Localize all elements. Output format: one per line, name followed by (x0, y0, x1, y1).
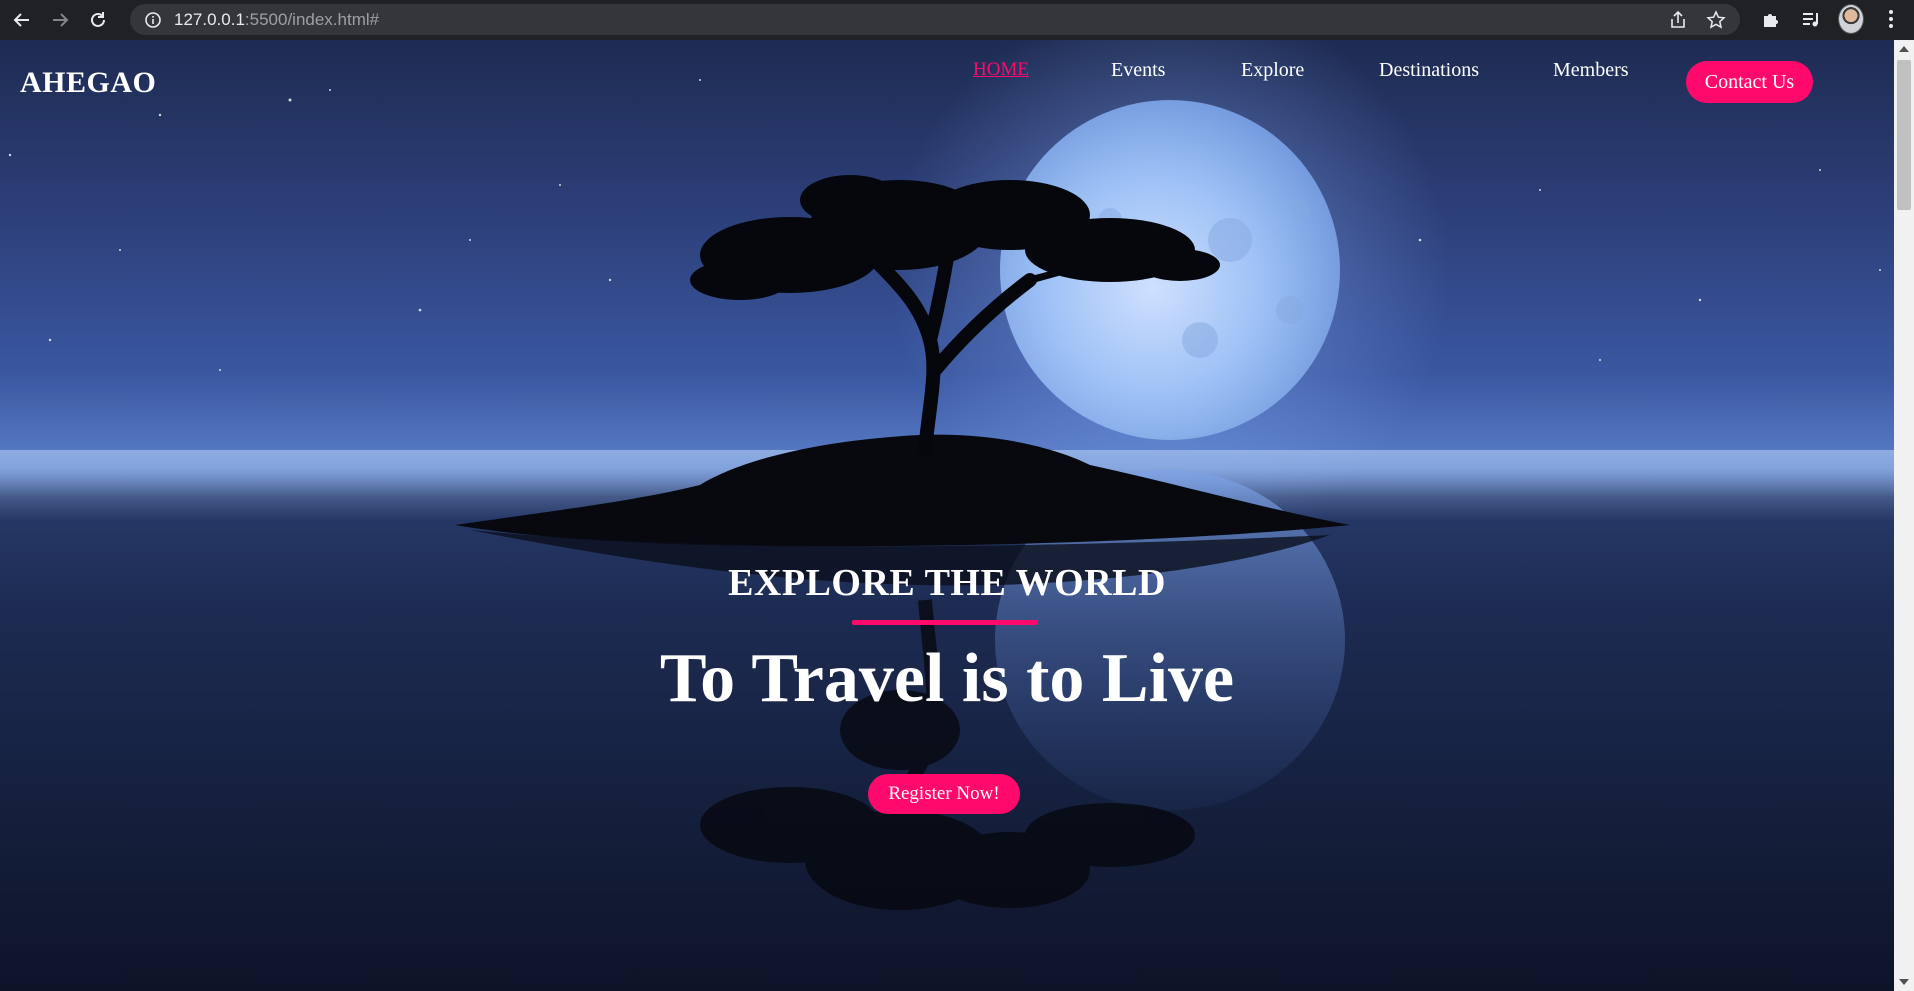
nav-explore[interactable]: Explore (1241, 59, 1304, 82)
register-now-button[interactable]: Register Now! (868, 774, 1020, 814)
nav-home[interactable]: HOME (973, 59, 1029, 81)
kebab-menu-icon (1889, 10, 1893, 28)
share-icon (1671, 10, 1685, 28)
browser-menu-button[interactable] (1878, 4, 1904, 34)
avatar (1838, 4, 1864, 34)
nav-destinations[interactable]: Destinations (1379, 59, 1479, 82)
hero-subtitle: EXPLORE THE WORLD (728, 562, 1166, 604)
bookmark-button[interactable] (1704, 8, 1728, 32)
forward-button[interactable] (44, 4, 76, 36)
browser-toolbar: 127.0.0.1:5500/index.html# (0, 0, 1914, 40)
share-button[interactable] (1666, 8, 1690, 32)
hero-background-image (0, 40, 1894, 910)
reload-icon (91, 12, 105, 27)
puzzle-icon (1764, 14, 1778, 27)
nav-members[interactable]: Members (1553, 59, 1629, 82)
hero-underline (852, 620, 1038, 625)
url-path: :5500/index.html# (244, 9, 380, 29)
back-arrow-icon (13, 13, 29, 27)
hero-title: To Travel is to Live (659, 640, 1235, 717)
page-viewport: AHEGAO HOME Events Explore Destinations … (0, 40, 1894, 991)
url-text: 127.0.0.1:5500/index.html# (174, 10, 379, 30)
contact-us-button[interactable]: Contact Us (1686, 61, 1813, 103)
page-scrollbar[interactable] (1894, 40, 1914, 991)
scroll-up-arrow-icon[interactable] (1899, 46, 1909, 52)
site-logo[interactable]: AHEGAO (20, 66, 156, 100)
nav-events[interactable]: Events (1111, 59, 1165, 82)
address-bar[interactable]: 127.0.0.1:5500/index.html# (130, 4, 1740, 35)
forward-arrow-icon (53, 13, 69, 27)
scrollbar-thumb[interactable] (1897, 60, 1911, 210)
scroll-down-arrow-icon[interactable] (1899, 979, 1909, 985)
info-icon[interactable] (144, 11, 162, 29)
star-icon (1706, 10, 1726, 29)
media-queue-icon (1803, 13, 1818, 27)
media-button[interactable] (1798, 4, 1824, 34)
reload-button[interactable] (82, 4, 114, 36)
back-button[interactable] (6, 4, 38, 36)
extensions-button[interactable] (1758, 4, 1784, 34)
profile-button[interactable] (1838, 4, 1864, 34)
url-host: 127.0.0.1 (174, 9, 245, 29)
